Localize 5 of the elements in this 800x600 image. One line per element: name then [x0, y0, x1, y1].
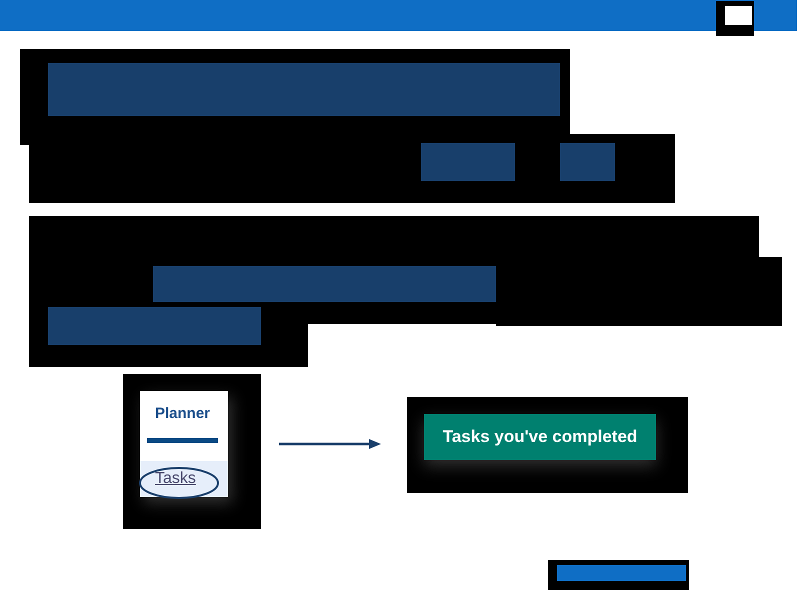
- redaction-block: [716, 1, 754, 36]
- completed-tasks-button[interactable]: Tasks you've completed: [424, 414, 656, 460]
- tasks-link[interactable]: Tasks: [140, 461, 228, 497]
- planner-tab[interactable]: Planner: [147, 405, 218, 443]
- placeholder-bar: [560, 143, 615, 181]
